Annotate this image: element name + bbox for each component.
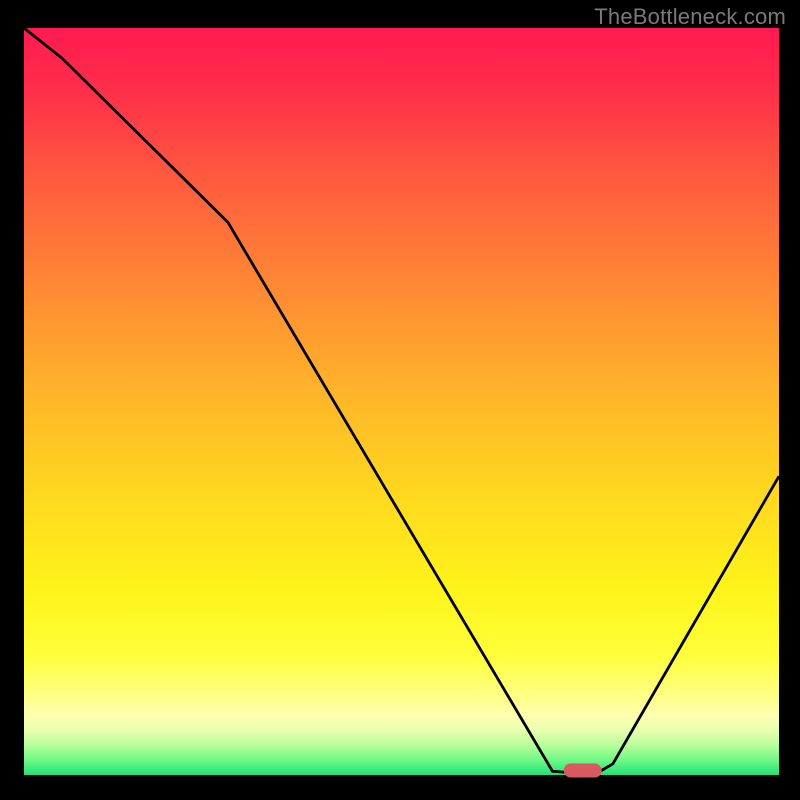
optimal-marker (564, 764, 602, 778)
watermark-text: TheBottleneck.com (594, 4, 786, 30)
bottleneck-chart (0, 0, 800, 800)
plot-area (24, 28, 779, 778)
